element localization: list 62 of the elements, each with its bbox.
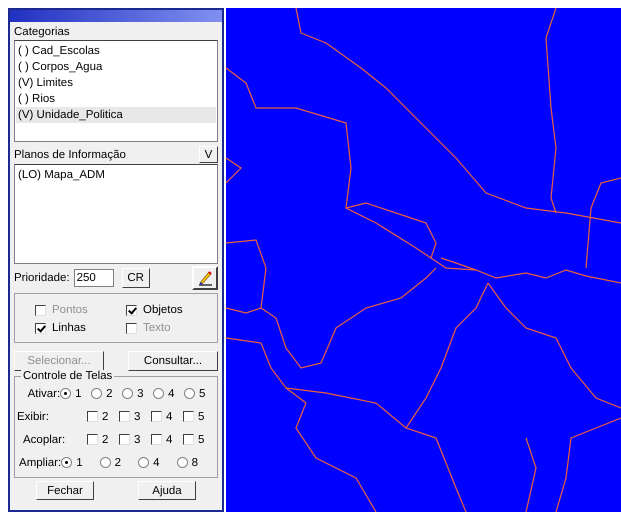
radio-button[interactable]	[91, 388, 102, 399]
pencil-button[interactable]	[192, 266, 218, 290]
v-button[interactable]: V	[199, 146, 218, 163]
option-label: 2	[102, 410, 108, 422]
checkbox[interactable]	[119, 434, 130, 445]
option-label: 4	[153, 456, 160, 468]
radio-button[interactable]	[153, 388, 164, 399]
checkbox-label: Texto	[143, 322, 170, 334]
list-item[interactable]: ( ) Rios	[16, 91, 216, 107]
radio-button[interactable]	[122, 388, 134, 399]
radio-button[interactable]	[60, 388, 72, 399]
option-label: 1	[76, 456, 83, 468]
checkbox[interactable]	[126, 304, 137, 316]
checkbox[interactable]	[87, 411, 98, 422]
list-item[interactable]: ( ) Corpos_Agua	[16, 59, 216, 75]
option-label: 3	[134, 410, 140, 422]
option-label: 5	[198, 434, 204, 446]
option-label: 4	[168, 388, 174, 400]
option-label: 4	[166, 410, 172, 422]
checkbox[interactable]	[151, 411, 162, 422]
radio-button[interactable]	[100, 457, 111, 468]
footer-button[interactable]: Fechar	[36, 481, 94, 500]
checkbox[interactable]	[119, 411, 130, 422]
option-label: 2	[106, 388, 113, 400]
option-label: 5	[198, 410, 204, 422]
option-label: 3	[134, 434, 140, 446]
section-label: Planos de Informação	[14, 148, 126, 162]
radio-button[interactable]	[176, 457, 188, 468]
option-label: 8	[192, 456, 198, 468]
option-label: 4	[166, 434, 172, 446]
row-label: Ativar:	[26, 388, 60, 400]
option-label: 5	[199, 388, 206, 400]
checkbox[interactable]	[35, 322, 46, 334]
list-item[interactable]: (V) Unidade_Politica	[16, 107, 216, 123]
checkbox[interactable]	[87, 434, 98, 445]
radio-button[interactable]	[184, 388, 196, 399]
checkbox[interactable]	[183, 434, 194, 445]
cr-button[interactable]: CR	[122, 268, 150, 288]
checkbox[interactable]	[183, 411, 194, 422]
group-title: Controle de Telas	[21, 370, 114, 382]
action-button[interactable]: Consultar...	[128, 351, 218, 371]
row-label: Ampliar:	[18, 456, 62, 468]
checkbox-label: Objetos	[143, 304, 183, 316]
section-label: Categorias	[14, 25, 71, 40]
priority-field[interactable]: 250	[74, 269, 114, 287]
option-label: 2	[102, 434, 108, 446]
row-label: Exibir:	[17, 410, 50, 422]
radio-button[interactable]	[61, 457, 72, 468]
option-label: 3	[137, 388, 144, 400]
priority-label: Prioridade:	[14, 272, 70, 284]
option-label: 2	[114, 456, 122, 468]
checkbox-label: Linhas	[52, 322, 86, 334]
row-label: Acoplar:	[22, 434, 66, 446]
option-label: 1	[75, 388, 82, 400]
radio-button[interactable]	[138, 457, 150, 468]
list-item[interactable]: (LO) Mapa_ADM	[16, 167, 216, 183]
checkbox-label: Pontos	[52, 304, 88, 316]
footer-button[interactable]: Ajuda	[138, 481, 196, 500]
list-item[interactable]: (V) Limites	[16, 75, 216, 91]
checkbox[interactable]	[151, 434, 162, 445]
pencil-icon	[196, 269, 214, 287]
list-item[interactable]: ( ) Cad_Escolas	[16, 43, 216, 59]
